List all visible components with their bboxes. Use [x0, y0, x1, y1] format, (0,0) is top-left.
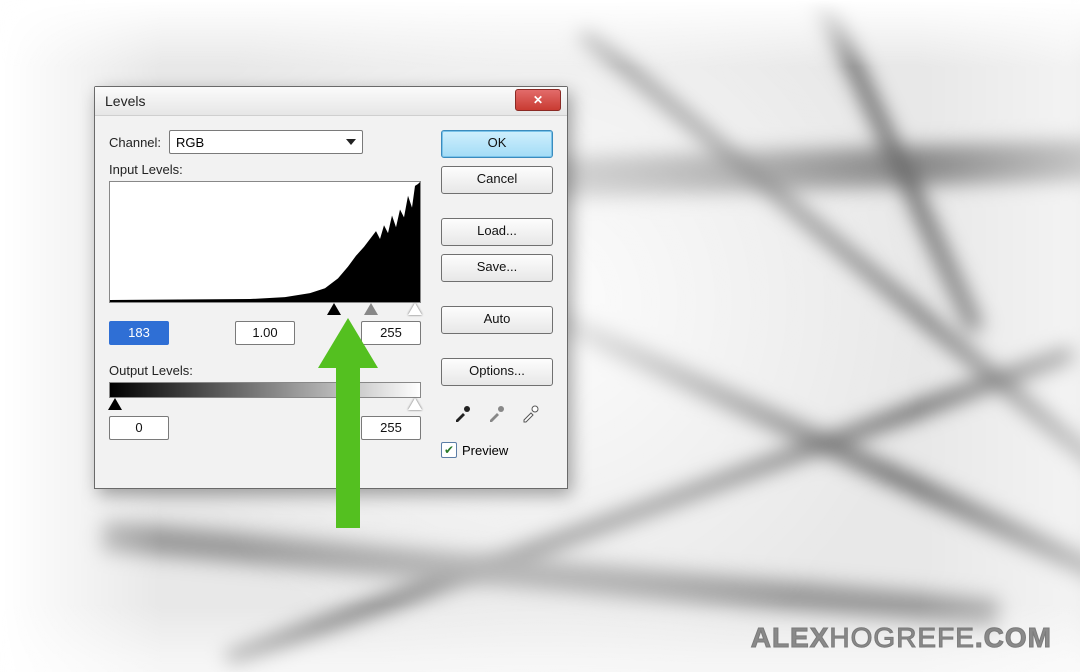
eyedropper-row: [441, 402, 553, 424]
slider-white-icon[interactable]: [408, 303, 422, 315]
close-button[interactable]: ✕: [515, 89, 561, 111]
checkmark-icon: ✔: [444, 444, 454, 456]
output-white-field[interactable]: [361, 416, 421, 440]
caret-down-icon: [346, 139, 356, 145]
output-slider-black-icon[interactable]: [108, 398, 122, 410]
preview-label: Preview: [462, 443, 508, 458]
output-slider-white-icon[interactable]: [408, 398, 422, 410]
channel-label: Channel:: [109, 135, 161, 150]
load-button[interactable]: Load...: [441, 218, 553, 246]
slider-gray-icon[interactable]: [364, 303, 378, 315]
slider-black-icon[interactable]: [327, 303, 341, 315]
output-gradient: [109, 382, 421, 398]
ok-button[interactable]: OK: [441, 130, 553, 158]
input-black-field[interactable]: [109, 321, 169, 345]
watermark-strong: ALEX: [751, 622, 830, 653]
watermark-suffix: .COM: [975, 622, 1052, 653]
eyedropper-white-icon[interactable]: [520, 402, 542, 424]
output-slider-track[interactable]: [109, 398, 421, 412]
input-gamma-field[interactable]: [235, 321, 295, 345]
eyedropper-gray-icon[interactable]: [486, 402, 508, 424]
close-icon: ✕: [533, 93, 543, 107]
histogram: [109, 181, 421, 303]
levels-dialog: Levels ✕ Channel: RGB Input Levels:: [94, 86, 568, 489]
output-levels-label: Output Levels:: [109, 363, 421, 378]
input-levels-label: Input Levels:: [109, 162, 421, 177]
eyedropper-black-icon[interactable]: [452, 402, 474, 424]
channel-value: RGB: [176, 135, 204, 150]
cancel-button[interactable]: Cancel: [441, 166, 553, 194]
preview-checkbox[interactable]: ✔: [441, 442, 457, 458]
dialog-title: Levels: [105, 93, 145, 109]
titlebar[interactable]: Levels ✕: [95, 87, 567, 116]
channel-select[interactable]: RGB: [169, 130, 363, 154]
options-button[interactable]: Options...: [441, 358, 553, 386]
output-black-field[interactable]: [109, 416, 169, 440]
save-button[interactable]: Save...: [441, 254, 553, 282]
watermark-light: HOGREFE: [829, 622, 974, 653]
auto-button[interactable]: Auto: [441, 306, 553, 334]
watermark: ALEXHOGREFE.COM: [751, 622, 1052, 654]
input-slider-track[interactable]: [109, 303, 421, 317]
input-white-field[interactable]: [361, 321, 421, 345]
